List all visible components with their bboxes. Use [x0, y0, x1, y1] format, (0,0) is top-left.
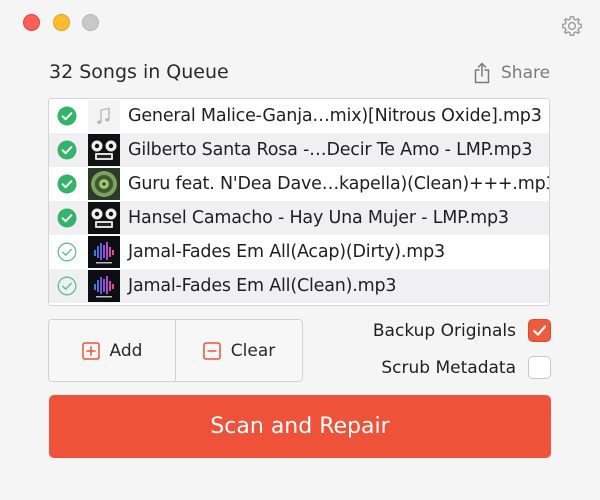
waveform-logo-artwork	[88, 270, 120, 302]
backup-originals-option: Backup Originals	[373, 319, 551, 342]
zoom-window-button[interactable]	[82, 14, 99, 31]
song-row[interactable]: Guru feat. N'Dea Dave…kapella)(Clean)+++…	[49, 167, 549, 201]
song-name: Gilberto Santa Rosa -…Decir Te Amo - LMP…	[128, 140, 533, 160]
share-button[interactable]: Share	[473, 61, 550, 85]
share-label: Share	[501, 63, 551, 83]
close-window-button[interactable]	[23, 14, 40, 31]
clear-label: Clear	[230, 340, 276, 361]
clear-button[interactable]: Clear	[175, 320, 302, 381]
check-circle-outline-icon	[57, 242, 77, 262]
scrub-metadata-checkbox[interactable]	[528, 356, 551, 379]
song-name: General Malice-Ganja…mix)[Nitrous Oxide]…	[128, 106, 542, 126]
check-circle-icon	[57, 106, 77, 126]
lmp-logo-artwork	[88, 134, 120, 166]
add-label: Add	[109, 340, 143, 361]
check-circle-icon	[57, 140, 77, 160]
backup-originals-checkbox[interactable]	[528, 319, 551, 342]
green-vinyl-artwork	[88, 168, 120, 200]
song-name: Jamal-Fades Em All(Clean).mp3	[128, 276, 397, 296]
scrub-metadata-label: Scrub Metadata	[381, 357, 516, 378]
app-window: 32 Songs in Queue Share General Malice-G	[0, 0, 600, 500]
checkmark-icon	[533, 325, 547, 336]
song-row[interactable]: Jamal-Fades Em All(Acap)(Dirty).mp3	[49, 235, 549, 269]
check-circle-icon	[57, 208, 77, 228]
share-icon	[474, 62, 490, 84]
music-note-icon	[88, 100, 120, 132]
lmp-logo-artwork	[88, 202, 120, 234]
scrub-metadata-option: Scrub Metadata	[381, 356, 551, 379]
add-clear-button-group: Add Clear	[48, 319, 303, 382]
song-row[interactable]: Hansel Camacho - Hay Una Mujer - LMP.mp3	[49, 201, 549, 235]
song-row[interactable]: General Malice-Ganja…mix)[Nitrous Oxide]…	[49, 99, 549, 133]
check-circle-icon	[57, 174, 77, 194]
check-circle-outline-icon	[57, 276, 77, 296]
gear-icon[interactable]	[560, 14, 584, 38]
backup-originals-label: Backup Originals	[372, 320, 516, 341]
song-list[interactable]: General Malice-Ganja…mix)[Nitrous Oxide]…	[48, 98, 550, 306]
song-name: Jamal-Fades Em All(Acap)(Dirty).mp3	[128, 242, 445, 262]
waveform-logo-artwork	[88, 236, 120, 268]
song-name: Guru feat. N'Dea Dave…kapella)(Clean)+++…	[128, 174, 550, 194]
add-button[interactable]: Add	[49, 320, 175, 381]
song-name: Hansel Camacho - Hay Una Mujer - LMP.mp3	[128, 208, 509, 228]
song-row[interactable]: Jamal-Fades Em All(Clean).mp3	[49, 269, 549, 303]
song-row[interactable]: Gilberto Santa Rosa -…Decir Te Amo - LMP…	[49, 133, 549, 167]
queue-title: 32 Songs in Queue	[49, 61, 229, 83]
minus-square-icon	[203, 341, 221, 360]
scan-and-repair-button[interactable]: Scan and Repair	[49, 395, 551, 458]
minimize-window-button[interactable]	[53, 14, 70, 31]
plus-square-icon	[81, 341, 100, 360]
